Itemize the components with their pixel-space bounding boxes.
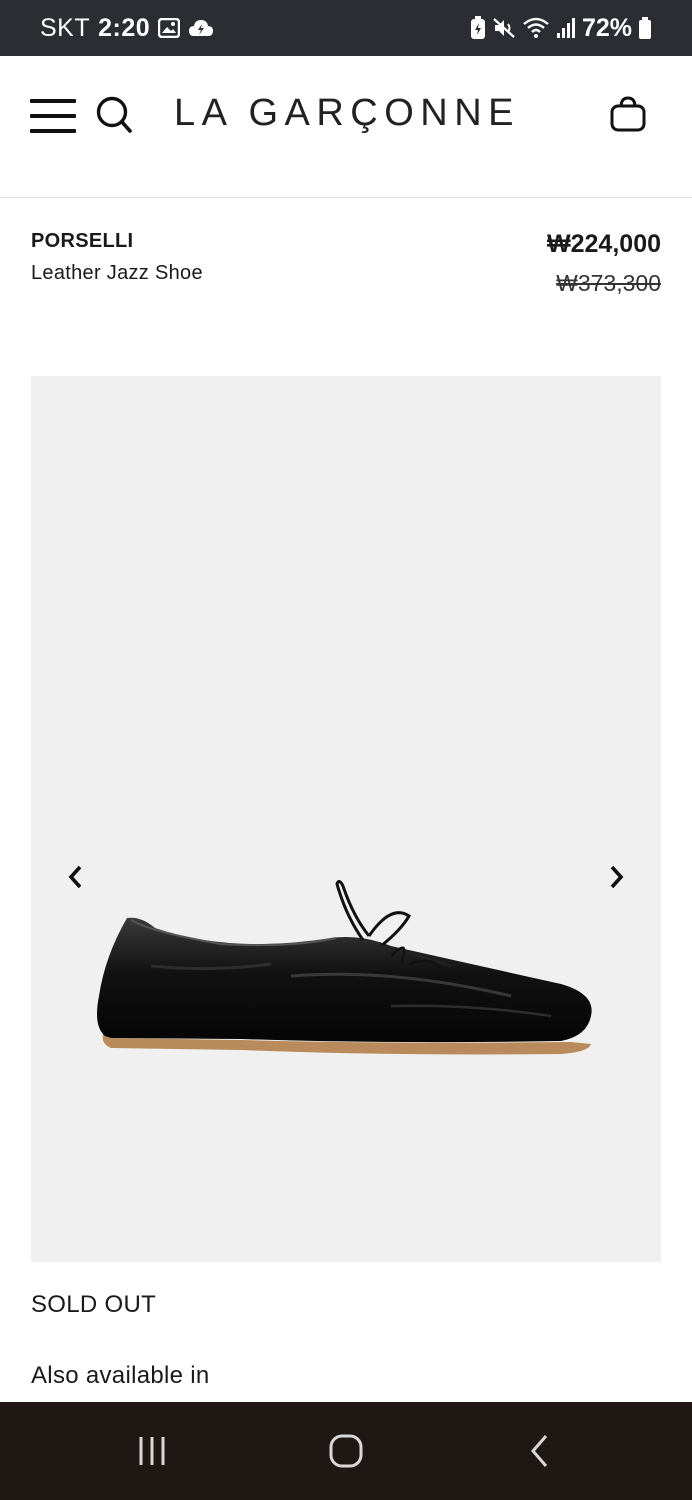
wifi-icon — [522, 16, 550, 40]
status-left: SKT 2:20 — [40, 0, 214, 56]
signal-icon — [556, 17, 576, 39]
chevron-left-icon — [68, 865, 82, 889]
home-button[interactable] — [321, 1426, 371, 1476]
battery-percent: 72% — [581, 13, 632, 42]
carrier-label: SKT — [40, 13, 91, 42]
menu-button[interactable] — [30, 99, 76, 133]
site-logo[interactable]: LA GARÇONNE — [174, 92, 520, 135]
cloud-icon — [188, 17, 214, 39]
search-icon — [96, 96, 132, 133]
back-button[interactable] — [515, 1426, 565, 1476]
clock: 2:20 — [98, 13, 151, 42]
status-bar: SKT 2:20 72% — [0, 0, 692, 56]
menu-icon — [30, 99, 76, 103]
search-button[interactable] — [96, 96, 132, 134]
product-brand[interactable]: PORSELLI — [31, 230, 133, 253]
gallery-prev-button[interactable] — [61, 862, 91, 892]
battery-icon — [638, 16, 652, 40]
mute-icon — [492, 16, 516, 40]
menu-icon-bar — [30, 114, 76, 118]
product-image — [97, 879, 592, 1055]
chevron-right-icon — [610, 865, 624, 889]
system-nav-bar — [0, 1402, 692, 1500]
recents-icon — [139, 1437, 165, 1465]
menu-icon-bar — [30, 129, 76, 133]
sale-price: ₩224,000 — [547, 230, 661, 258]
cart-button[interactable] — [608, 94, 648, 134]
product-image-gallery[interactable] — [31, 376, 661, 1262]
status-right: 72% — [470, 0, 652, 56]
product-name: Leather Jazz Shoe — [31, 262, 203, 284]
gallery-icon — [158, 18, 181, 38]
shopping-bag-icon — [610, 96, 646, 132]
availability-status: SOLD OUT — [31, 1291, 157, 1318]
product-info: PORSELLI Leather Jazz Shoe ₩224,000 ₩373… — [0, 198, 692, 328]
battery-saver-icon — [470, 16, 486, 40]
original-price: ₩373,300 — [556, 270, 661, 296]
home-icon — [329, 1434, 363, 1468]
recents-button[interactable] — [127, 1426, 177, 1476]
site-header: LA GARÇONNE — [0, 56, 692, 198]
back-icon — [531, 1435, 548, 1467]
gallery-next-button[interactable] — [601, 862, 631, 892]
also-available-heading: Also available in — [31, 1362, 210, 1389]
